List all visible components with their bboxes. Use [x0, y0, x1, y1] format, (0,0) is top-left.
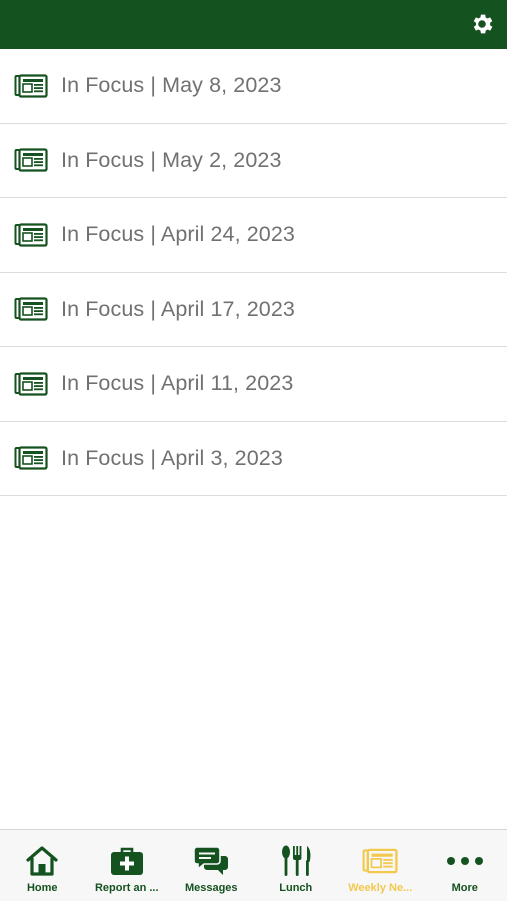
list-item-label: In Focus | April 24, 2023: [61, 222, 295, 247]
tab-label: Weekly Ne...: [348, 882, 412, 894]
list-item[interactable]: In Focus | May 8, 2023: [0, 49, 507, 124]
tab-lunch[interactable]: Lunch: [254, 830, 339, 901]
tab-messages[interactable]: Messages: [169, 830, 254, 901]
list-item-label: In Focus | April 3, 2023: [61, 446, 283, 471]
newspaper-icon: [14, 371, 48, 397]
newsletter-list: In Focus | May 8, 2023 In Focus | May 2,…: [0, 49, 507, 496]
tab-label: Home: [27, 882, 58, 894]
list-item[interactable]: In Focus | April 17, 2023: [0, 273, 507, 348]
newspaper-icon: [362, 844, 398, 878]
list-item[interactable]: In Focus | April 3, 2023: [0, 422, 507, 497]
list-item-label: In Focus | April 11, 2023: [61, 371, 293, 396]
list-item-label: In Focus | April 17, 2023: [61, 297, 295, 322]
newspaper-icon: [14, 445, 48, 471]
more-dots-icon: [445, 844, 485, 878]
list-item-label: In Focus | May 2, 2023: [61, 148, 282, 173]
tab-label: More: [452, 882, 478, 894]
utensils-icon: [280, 844, 312, 878]
list-item-label: In Focus | May 8, 2023: [61, 73, 282, 98]
newspaper-icon: [14, 73, 48, 99]
newspaper-icon: [14, 296, 48, 322]
tab-more[interactable]: More: [423, 830, 507, 901]
tab-weekly-newsletter[interactable]: Weekly Ne...: [338, 830, 423, 901]
tab-label: Report an ...: [95, 882, 159, 894]
list-item[interactable]: In Focus | April 24, 2023: [0, 198, 507, 273]
medical-kit-icon: [110, 844, 144, 878]
list-item[interactable]: In Focus | April 11, 2023: [0, 347, 507, 422]
tab-label: Lunch: [279, 882, 312, 894]
tab-label: Messages: [185, 882, 238, 894]
bottom-tab-bar: Home Report an ... Messages Lunch Weekly…: [0, 829, 507, 901]
list-item[interactable]: In Focus | May 2, 2023: [0, 124, 507, 199]
chat-bubbles-icon: [193, 844, 229, 878]
newspaper-icon: [14, 222, 48, 248]
newspaper-icon: [14, 147, 48, 173]
top-app-bar: [0, 0, 507, 49]
tab-home[interactable]: Home: [0, 830, 85, 901]
tab-report-an-absence[interactable]: Report an ...: [85, 830, 170, 901]
settings-button[interactable]: [467, 9, 497, 39]
gear-icon: [469, 11, 495, 37]
home-icon: [25, 844, 59, 878]
